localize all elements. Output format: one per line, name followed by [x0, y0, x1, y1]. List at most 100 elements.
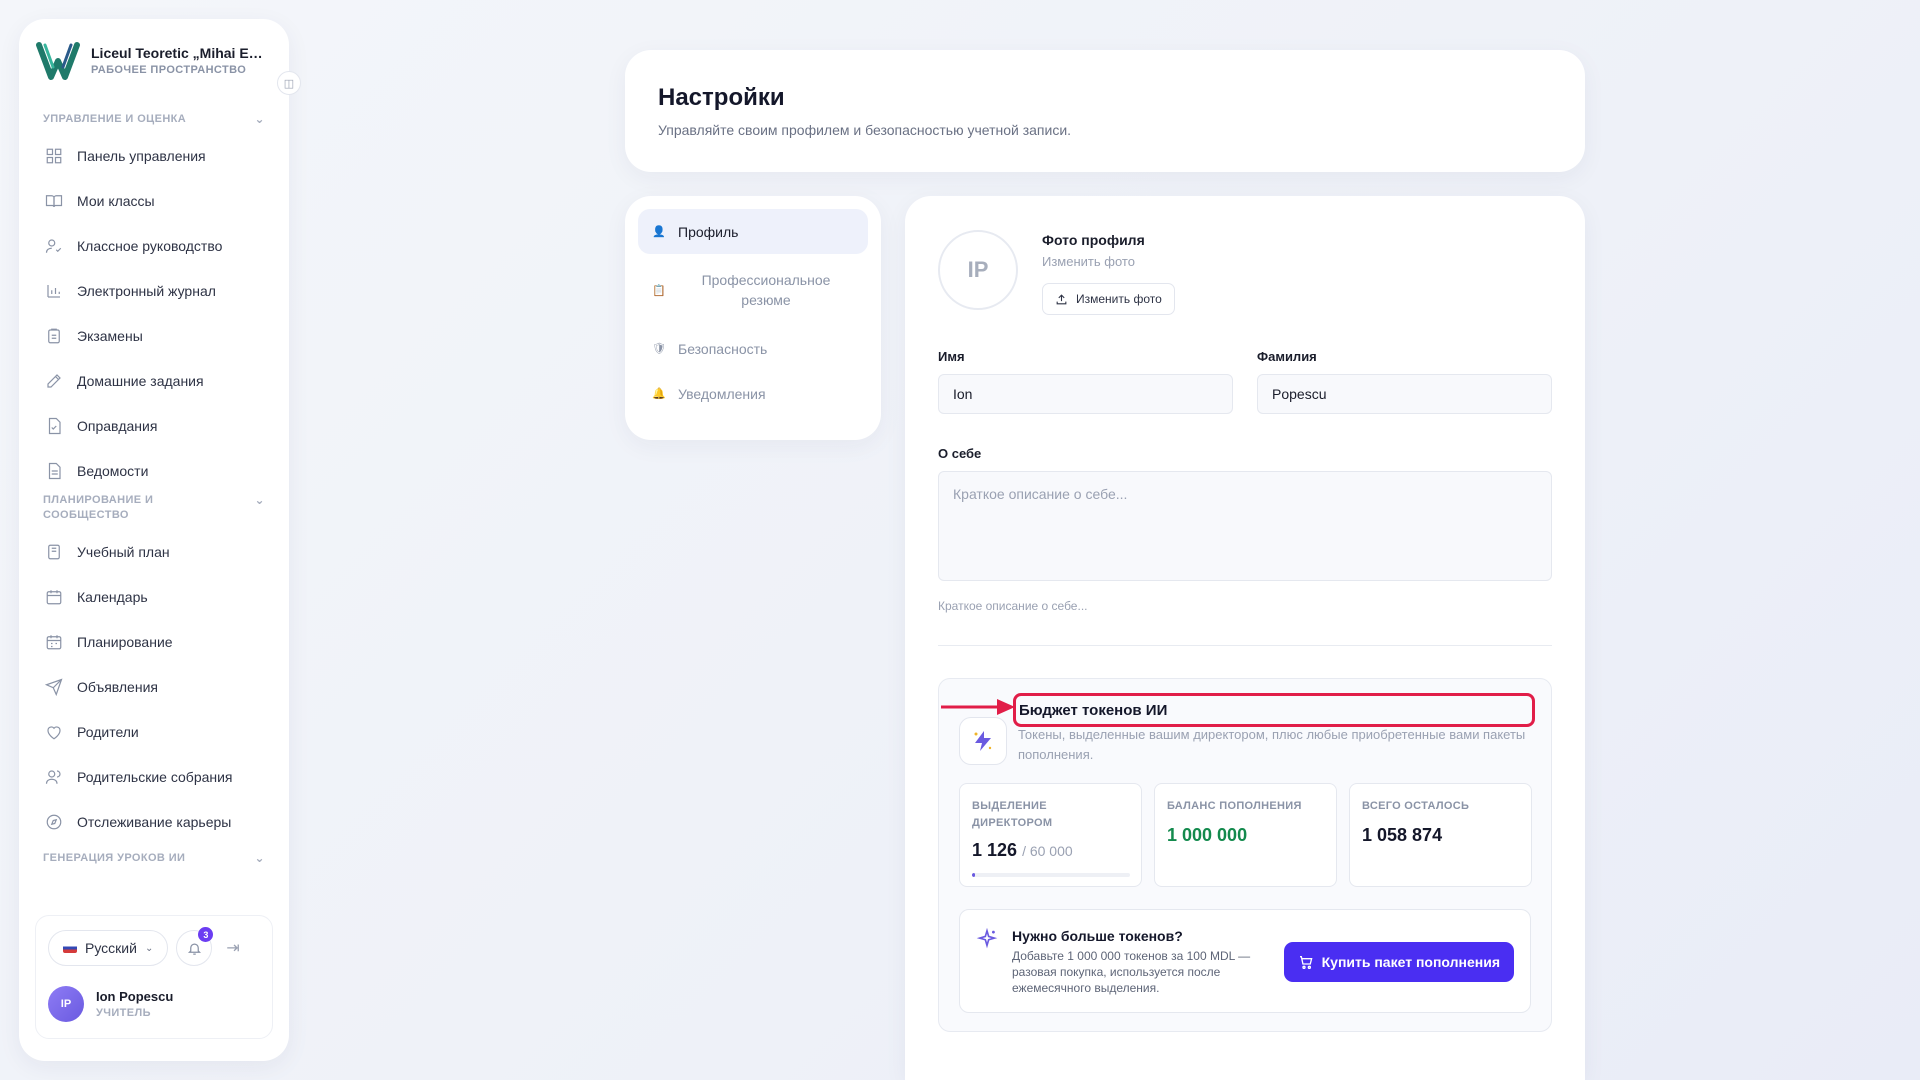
sidebar-item-label: Учебный план — [77, 543, 170, 560]
bar-chart-icon — [47, 284, 60, 298]
sidebar-item-label: Календарь — [77, 588, 148, 605]
sidebar-item[interactable]: Родители — [35, 709, 273, 754]
sidebar-item-label: Родительские собрания — [77, 768, 233, 785]
language-select[interactable]: Русский ⌄ — [48, 930, 169, 966]
stat-director-allocation: ВЫДЕЛЕНИЕ ДИРЕКТОРОМ 1 126 / 60 000 — [959, 783, 1142, 887]
compass-icon — [46, 814, 62, 829]
notification-count-badge: 3 — [198, 927, 214, 942]
sidebar-item[interactable]: Календарь — [35, 574, 273, 619]
sidebar-item[interactable]: Электронный журнал — [35, 268, 273, 313]
tab-notifications[interactable]: 🔔 Уведомления — [638, 371, 868, 416]
bolt-icon — [974, 731, 992, 751]
tab-professional-resume[interactable]: 📋 Профессиональное резюме — [638, 254, 868, 326]
sidebar-item-label: Классное руководство — [77, 237, 223, 254]
bolt-icon-box — [959, 717, 1007, 765]
sidebar-item[interactable]: Мои классы — [35, 178, 273, 223]
sidebar-item[interactable]: Экзамены — [35, 313, 273, 358]
about-hint: Краткое описание о себе... — [938, 599, 1088, 613]
sidebar-item[interactable]: Панель управления — [35, 133, 273, 178]
user-role: УЧИТЕЛЬ — [96, 1007, 151, 1019]
notifications-button[interactable]: 3 — [176, 927, 214, 966]
bell-icon: 🔔 — [652, 388, 666, 400]
brand[interactable]: Liceul Teoretic „Mihai Emi... РАБОЧЕЕ ПР… — [35, 37, 273, 83]
divider — [938, 645, 1552, 646]
settings-tabs: 👤 Профиль 📋 Профессиональное резюме 🛡 Бе… — [625, 196, 881, 440]
chevron-down-icon: ⌄ — [144, 942, 154, 954]
buy-topup-button[interactable]: Купить пакет пополнения — [1283, 942, 1514, 982]
user-check-icon — [45, 238, 62, 253]
about-textarea[interactable]: Краткое описание о себе... — [938, 471, 1552, 581]
sidebar-item[interactable]: Родительские собрания — [35, 754, 273, 799]
budget-description: Токены, выделенные вашим директором, плю… — [1018, 727, 1526, 762]
more-tokens-title: Нужно больше токенов? — [1012, 928, 1183, 944]
settings-header: Настройки Управляйте своим профилем и бе… — [625, 50, 1585, 172]
flag-icon — [63, 943, 77, 953]
notebook-icon — [48, 544, 60, 559]
annotation-arrow-icon — [941, 699, 1015, 715]
first-name-label: Имя — [938, 349, 965, 364]
change-photo-button[interactable]: Изменить фото — [1042, 283, 1175, 315]
book-icon — [45, 194, 63, 207]
tab-security[interactable]: 🛡 Безопасность — [638, 326, 868, 371]
sidebar-item[interactable]: Объявления — [35, 664, 273, 709]
profile-panel: IP Фото профиля Изменить фото Изменить ф… — [905, 196, 1585, 1080]
sidebar-item[interactable]: Отслеживание карьеры — [35, 799, 273, 844]
sidebar-item[interactable]: Оправдания — [35, 403, 273, 448]
sidebar-item-label: Отслеживание карьеры — [77, 813, 232, 830]
sidebar-collapse-button[interactable]: ◫ — [277, 71, 301, 95]
user-name: Ion Popescu — [96, 989, 174, 1004]
tab-profile[interactable]: 👤 Профиль — [638, 209, 868, 254]
sidebar-section-header[interactable]: ГЕНЕРАЦИЯ УРОКОВ ИИ ⌄ — [35, 844, 273, 872]
sidebar-item-label: Объявления — [77, 678, 158, 695]
sidebar-item[interactable]: Классное руководство — [35, 223, 273, 268]
sidebar-footer: Русский ⌄ 3 ⇥ IP Ion Popescu УЧИТЕЛЬ — [35, 915, 273, 1039]
sidebar-item-label: Родители — [77, 723, 139, 740]
file-text-icon — [48, 462, 61, 479]
heart-icon — [47, 725, 61, 739]
sidebar-item[interactable]: Домашние задания — [35, 358, 273, 403]
stat-topup-balance: БАЛАНС ПОПОЛНЕНИЯ 1 000 000 — [1154, 783, 1337, 887]
sidebar-item-label: Планирование — [77, 633, 173, 650]
page-subtitle: Управляйте своим профилем и безопасность… — [658, 122, 1072, 138]
allocation-progress-fill — [972, 873, 975, 877]
sidebar-item-label: Домашние задания — [77, 372, 204, 389]
sidebar-item[interactable]: Ведомости — [35, 448, 273, 493]
panel-left-icon: ◫ — [283, 77, 295, 90]
sparkles-icon — [976, 928, 998, 949]
budget-title-highlight: Бюджет токенов ИИ — [1013, 693, 1535, 727]
last-name-field[interactable]: Popescu — [1257, 374, 1552, 414]
sidebar-section-header[interactable]: ПЛАНИРОВАНИЕ И СООБЩЕСТВО ⌄ — [35, 493, 273, 529]
more-tokens-description: Добавьте 1 000 000 токенов за 100 MDL — … — [1012, 949, 1251, 995]
sidebar-item-label: Ведомости — [77, 462, 149, 479]
shield-icon: 🛡 — [652, 343, 666, 355]
sidebar-item[interactable]: Учебный план — [35, 529, 273, 574]
language-label: Русский — [85, 940, 137, 956]
calendar-icon — [46, 589, 62, 604]
budget-title: Бюджет токенов ИИ — [1019, 701, 1168, 719]
sidebar-item[interactable]: Планирование — [35, 619, 273, 664]
profile-avatar: IP — [938, 230, 1018, 310]
briefcase-icon: 📋 — [652, 284, 666, 297]
logout-icon[interactable]: ⇥ — [226, 938, 239, 958]
school-logo-icon — [36, 42, 80, 80]
school-name: Liceul Teoretic „Mihai Emi... — [91, 44, 271, 61]
edit-icon — [47, 373, 61, 388]
allocation-progress-bar — [972, 873, 1130, 877]
photo-subtitle: Изменить фото — [1042, 254, 1135, 269]
workspace-label: РАБОЧЕЕ ПРОСТРАНСТВО — [91, 63, 247, 76]
cart-icon — [1299, 956, 1313, 969]
user-profile[interactable]: IP Ion Popescu УЧИТЕЛЬ — [48, 986, 260, 1022]
token-budget-card: Бюджет токенов ИИ Токены, выделенные ваш… — [938, 678, 1552, 1032]
chevron-down-icon: ⌄ — [254, 112, 265, 126]
chevron-down-icon: ⌄ — [254, 851, 265, 865]
file-check-icon — [48, 417, 61, 434]
sidebar-item-label: Мои классы — [77, 192, 155, 209]
chevron-down-icon: ⌄ — [254, 493, 265, 507]
first-name-field[interactable]: Ion — [938, 374, 1233, 414]
sidebar-section-header[interactable]: УПРАВЛЕНИЕ И ОЦЕНКА ⌄ — [35, 105, 273, 133]
sidebar-item-label: Оправдания — [77, 417, 158, 434]
sidebar-nav: УПРАВЛЕНИЕ И ОЦЕНКА ⌄ Панель управления Мои… — [35, 105, 273, 872]
grid-icon — [46, 148, 62, 163]
photo-title: Фото профиля — [1042, 232, 1145, 248]
users-icon — [45, 769, 61, 784]
